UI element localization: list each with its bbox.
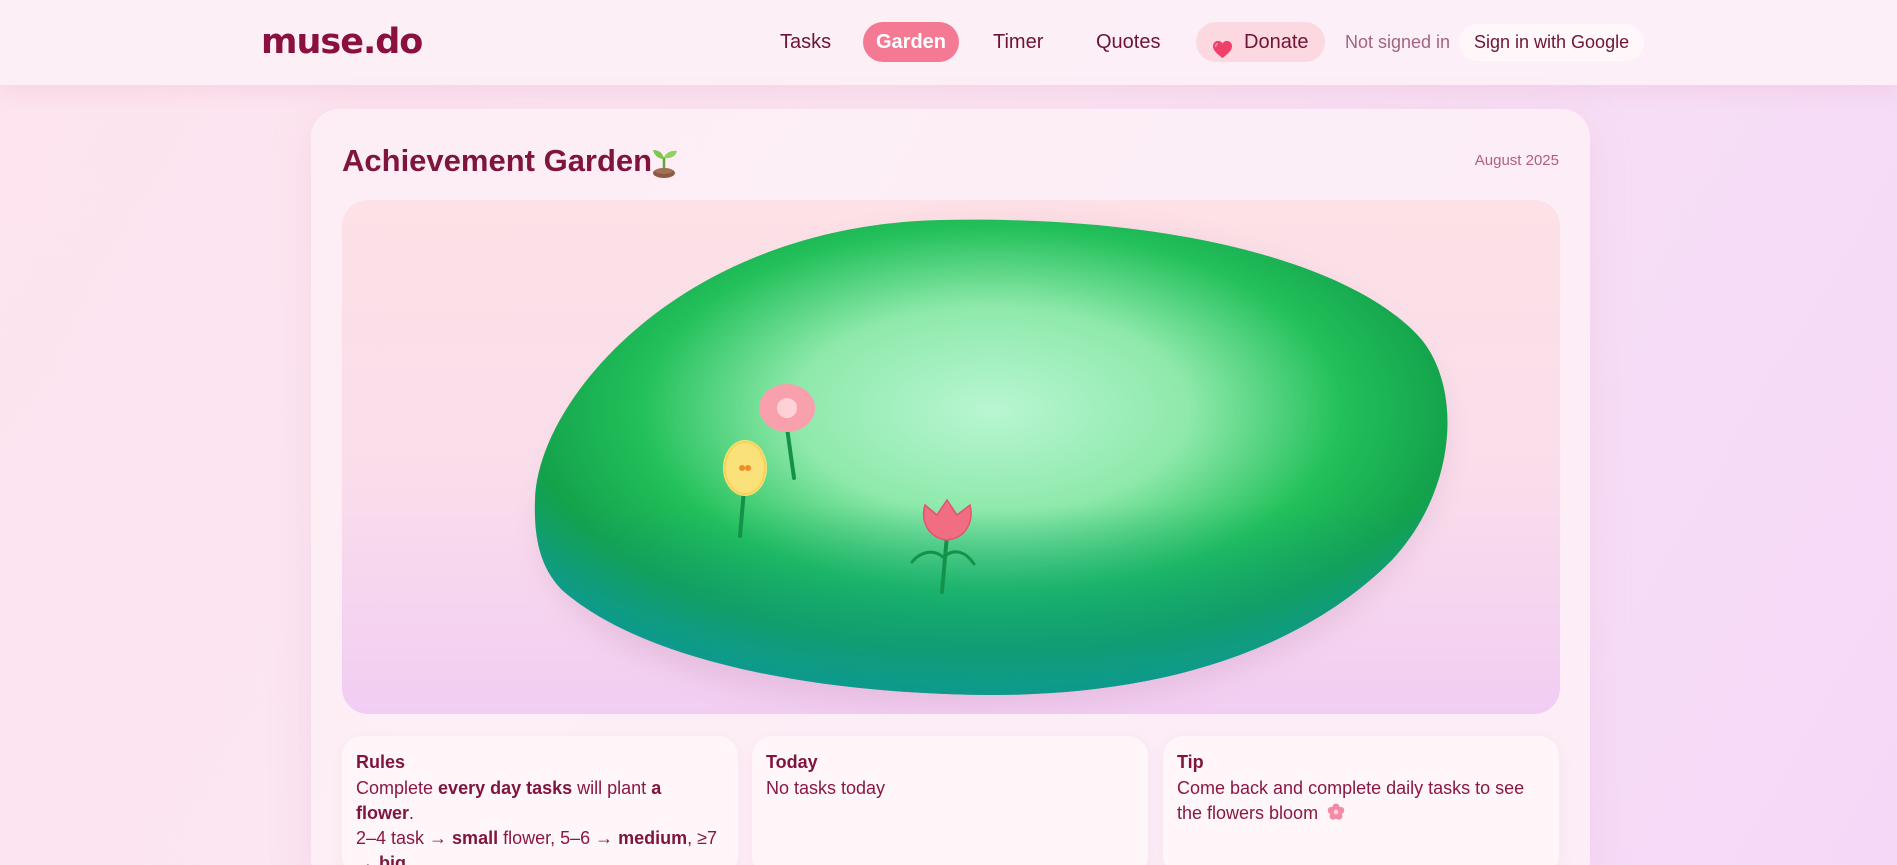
rules-text: Complete every day tasks will plant a fl…	[356, 778, 718, 865]
today-heading: Today	[766, 752, 818, 772]
page-title: Achievement Garden	[342, 143, 653, 178]
blossom-icon	[1327, 803, 1345, 828]
garden-illustration	[534, 219, 1448, 705]
nav-tasks[interactable]: Tasks	[764, 22, 847, 62]
garden-month: August 2025	[1474, 152, 1559, 169]
heart-icon	[1212, 33, 1233, 73]
rules-heading: Rules	[356, 752, 406, 772]
rules-panel: Rules Complete every day tasks will plan…	[342, 736, 738, 865]
auth-status: Not signed in	[1345, 32, 1451, 52]
nav-quotes[interactable]: Quotes	[1080, 22, 1176, 62]
sprout-icon	[647, 145, 681, 184]
top-navigation-bar: muse.do Tasks Garden Timer Quotes Donate…	[0, 0, 1897, 85]
tip-panel: Tip Come back and complete daily tasks t…	[1163, 736, 1559, 865]
brand-logo[interactable]: muse.do	[261, 22, 423, 62]
today-text: No tasks today	[766, 778, 886, 798]
donate-button[interactable]: Donate	[1196, 22, 1325, 62]
tip-heading: Tip	[1177, 752, 1204, 772]
donate-label: Donate	[1244, 31, 1309, 53]
garden-card: Achievement Garden August 2025 Rules Com…	[311, 109, 1590, 865]
today-panel: Today No tasks today	[752, 736, 1148, 865]
tip-text: Come back and complete daily tasks to se…	[1177, 776, 1545, 828]
garden-canvas	[342, 200, 1560, 714]
nav-garden[interactable]: Garden	[863, 22, 959, 62]
nav-timer[interactable]: Timer	[977, 22, 1059, 62]
sign-in-google-button[interactable]: Sign in with Google	[1459, 24, 1645, 61]
